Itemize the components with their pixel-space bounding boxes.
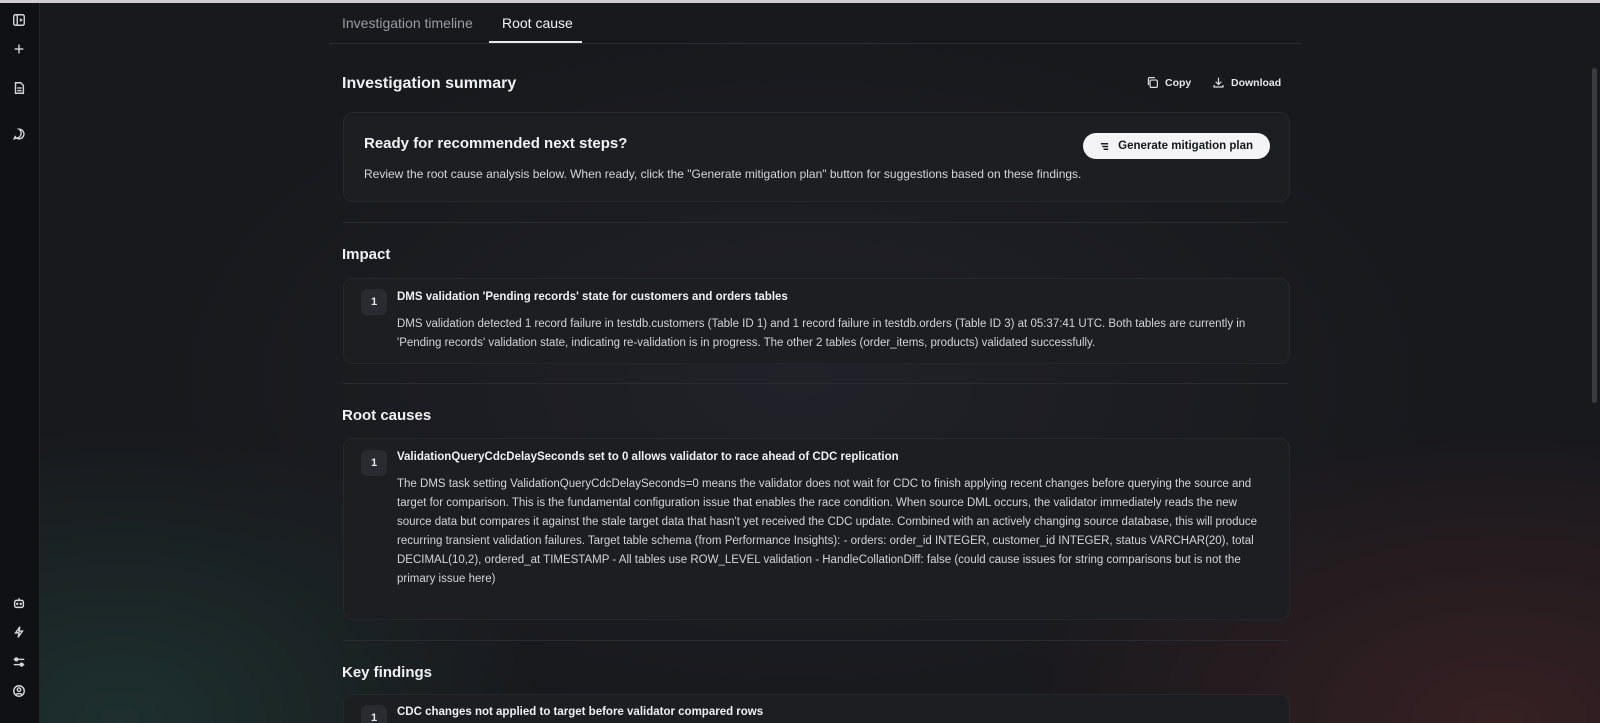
sidebar-toggle-icon[interactable] xyxy=(10,11,28,29)
copy-button[interactable]: Copy xyxy=(1146,76,1191,89)
tab-root-cause[interactable]: Root cause xyxy=(502,15,573,44)
divider xyxy=(343,640,1288,641)
download-icon xyxy=(1213,77,1224,88)
key-finding-item-title: CDC changes not applied to target before… xyxy=(397,706,764,718)
divider xyxy=(343,222,1288,223)
divider xyxy=(343,383,1288,384)
root-cause-card: 1 ValidationQueryCdcDelaySeconds set to … xyxy=(343,438,1290,620)
ready-text: Review the root cause analysis below. Wh… xyxy=(364,167,1082,181)
plus-icon[interactable] xyxy=(10,40,28,58)
impact-item-body: DMS validation detected 1 record failure… xyxy=(397,318,1246,349)
impact-item-number: 1 xyxy=(361,289,387,315)
tab-investigation-timeline[interactable]: Investigation timeline xyxy=(342,15,473,44)
ready-title: Ready for recommended next steps? xyxy=(364,135,628,152)
bot-icon[interactable] xyxy=(10,594,28,612)
list-icon xyxy=(1101,142,1109,150)
investigation-summary-title: Investigation summary xyxy=(342,75,517,92)
impact-item-title: DMS validation 'Pending records' state f… xyxy=(397,291,788,303)
lightning-icon[interactable] xyxy=(10,623,28,641)
root-cause-item-body: The DMS task setting ValidationQueryCdcD… xyxy=(397,478,1258,585)
generate-mitigation-plan-label: Generate mitigation plan xyxy=(1118,140,1253,152)
root-causes-title: Root causes xyxy=(342,407,432,424)
download-button[interactable]: Download xyxy=(1212,76,1281,89)
left-rail xyxy=(0,3,40,723)
download-label: Download xyxy=(1231,76,1282,89)
copy-icon xyxy=(1147,77,1158,88)
sliders-icon[interactable] xyxy=(10,653,28,671)
user-circle-icon[interactable] xyxy=(10,682,28,700)
ready-card: Ready for recommended next steps? Review… xyxy=(343,112,1290,202)
key-findings-title: Key findings xyxy=(342,664,433,681)
impact-title: Impact xyxy=(342,246,391,263)
root-cause-item-title: ValidationQueryCdcDelaySeconds set to 0 … xyxy=(397,451,899,463)
app-page: Investigation timeline Root cause Invest… xyxy=(0,0,1600,723)
copy-label: Copy xyxy=(1165,76,1192,89)
active-tab-indicator xyxy=(489,41,582,43)
root-cause-item-number: 1 xyxy=(361,450,387,476)
document-icon[interactable] xyxy=(10,79,28,97)
scrollbar[interactable] xyxy=(1592,68,1597,403)
key-findings-card: 1 CDC changes not applied to target befo… xyxy=(343,694,1290,723)
chat-icon[interactable] xyxy=(10,125,28,143)
impact-card: 1 DMS validation 'Pending records' state… xyxy=(343,278,1290,364)
tab-bar: Investigation timeline Root cause xyxy=(329,3,1301,44)
generate-mitigation-plan-button[interactable]: Generate mitigation plan xyxy=(1083,133,1270,159)
key-finding-item-number: 1 xyxy=(361,705,387,723)
